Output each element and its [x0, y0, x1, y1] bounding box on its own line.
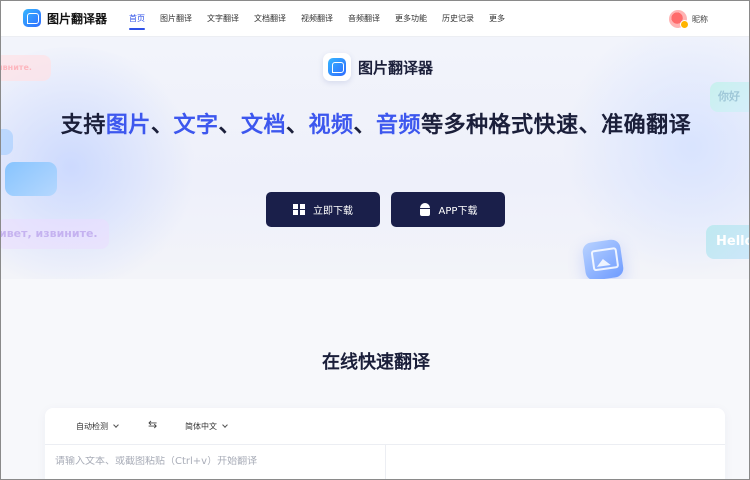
headline-highlight-audio: 音频 — [376, 113, 422, 138]
nav-item-text-translate[interactable]: 文字翻译 — [207, 1, 239, 37]
hero-headline: 支持图片、文字、文档、视频、音频等多种格式快速、准确翻译 — [1, 107, 749, 139]
headline-separator: 、 — [150, 113, 174, 138]
top-navbar: 图片翻译器 首页 图片翻译 文字翻译 文档翻译 视频翻译 音频翻译 更多功能 历… — [1, 1, 749, 37]
decor-bubble-russian-small: ивните. — [1, 55, 51, 81]
nav-item-video-translate[interactable]: 视频翻译 — [301, 1, 333, 37]
page-frame: 图片翻译器 首页 图片翻译 文字翻译 文档翻译 视频翻译 音频翻译 更多功能 历… — [0, 0, 750, 480]
chevron-down-icon — [113, 422, 119, 428]
headline-highlight-text: 文字 — [173, 113, 219, 138]
nav-item-more-features[interactable]: 更多功能 — [395, 1, 427, 37]
user-nickname[interactable]: 昵称 — [692, 14, 708, 25]
headline-prefix: 支持 — [60, 113, 106, 138]
headline-separator: 、 — [218, 113, 241, 138]
headline-suffix: 等多种格式快速、准确翻译 — [421, 113, 692, 138]
logo-text: 图片翻译器 — [47, 11, 108, 26]
user-profile[interactable]: 昵称 — [669, 10, 708, 29]
panel-divider — [385, 445, 386, 479]
decor-bubble-russian-large: ивет, извините. — [1, 219, 109, 249]
headline-separator: 、 — [353, 113, 377, 138]
windows-icon — [293, 203, 305, 216]
android-icon — [419, 203, 431, 216]
decor-bubble-blue — [5, 162, 57, 196]
nav-item-history[interactable]: 历史记录 — [442, 1, 474, 37]
headline-highlight-document: 文档 — [240, 113, 286, 138]
main-menu: 首页 图片翻译 文字翻译 文档翻译 视频翻译 音频翻译 更多功能 历史记录 更多 — [129, 1, 520, 37]
download-button[interactable]: 立即下载 — [266, 192, 380, 227]
translator-brand-icon — [323, 53, 351, 81]
app-download-button[interactable]: APP下载 — [391, 192, 505, 227]
swap-languages-icon[interactable] — [148, 418, 160, 431]
headline-separator: 、 — [286, 113, 309, 138]
nav-item-image-translate[interactable]: 图片翻译 — [160, 1, 192, 37]
target-language-label: 简体中文 — [185, 422, 217, 431]
decor-bubble-english: Hello — [706, 225, 749, 259]
hero-banner: ивните. ивет, извините. 你好 Hello 图片翻译器 支… — [1, 37, 749, 279]
nav-item-home[interactable]: 首页 — [129, 1, 145, 37]
translate-panel: 自动检测 简体中文 — [45, 408, 725, 479]
target-language-select[interactable]: 简体中文 — [185, 421, 228, 432]
download-button-label: 立即下载 — [313, 206, 353, 217]
source-language-label: 自动检测 — [76, 422, 108, 431]
chevron-down-icon — [222, 422, 228, 428]
hero-brand: 图片翻译器 — [323, 53, 433, 81]
hero-brand-name: 图片翻译器 — [358, 58, 434, 77]
site-logo[interactable]: 图片翻译器 — [23, 9, 107, 27]
avatar[interactable] — [669, 10, 689, 29]
translator-logo-icon — [23, 9, 41, 27]
language-bar: 自动检测 简体中文 — [45, 408, 725, 445]
image-card-icon — [581, 238, 625, 279]
nav-item-audio-translate[interactable]: 音频翻译 — [348, 1, 380, 37]
nav-item-document-translate[interactable]: 文档翻译 — [254, 1, 286, 37]
app-download-button-label: APP下载 — [438, 206, 478, 217]
nav-item-more[interactable]: 更多 — [489, 1, 505, 37]
headline-highlight-image: 图片 — [105, 113, 151, 138]
source-language-select[interactable]: 自动检测 — [76, 421, 119, 432]
source-text-input[interactable] — [55, 456, 375, 467]
headline-highlight-video: 视频 — [308, 113, 354, 138]
section-title: 在线快速翻译 — [322, 352, 430, 373]
